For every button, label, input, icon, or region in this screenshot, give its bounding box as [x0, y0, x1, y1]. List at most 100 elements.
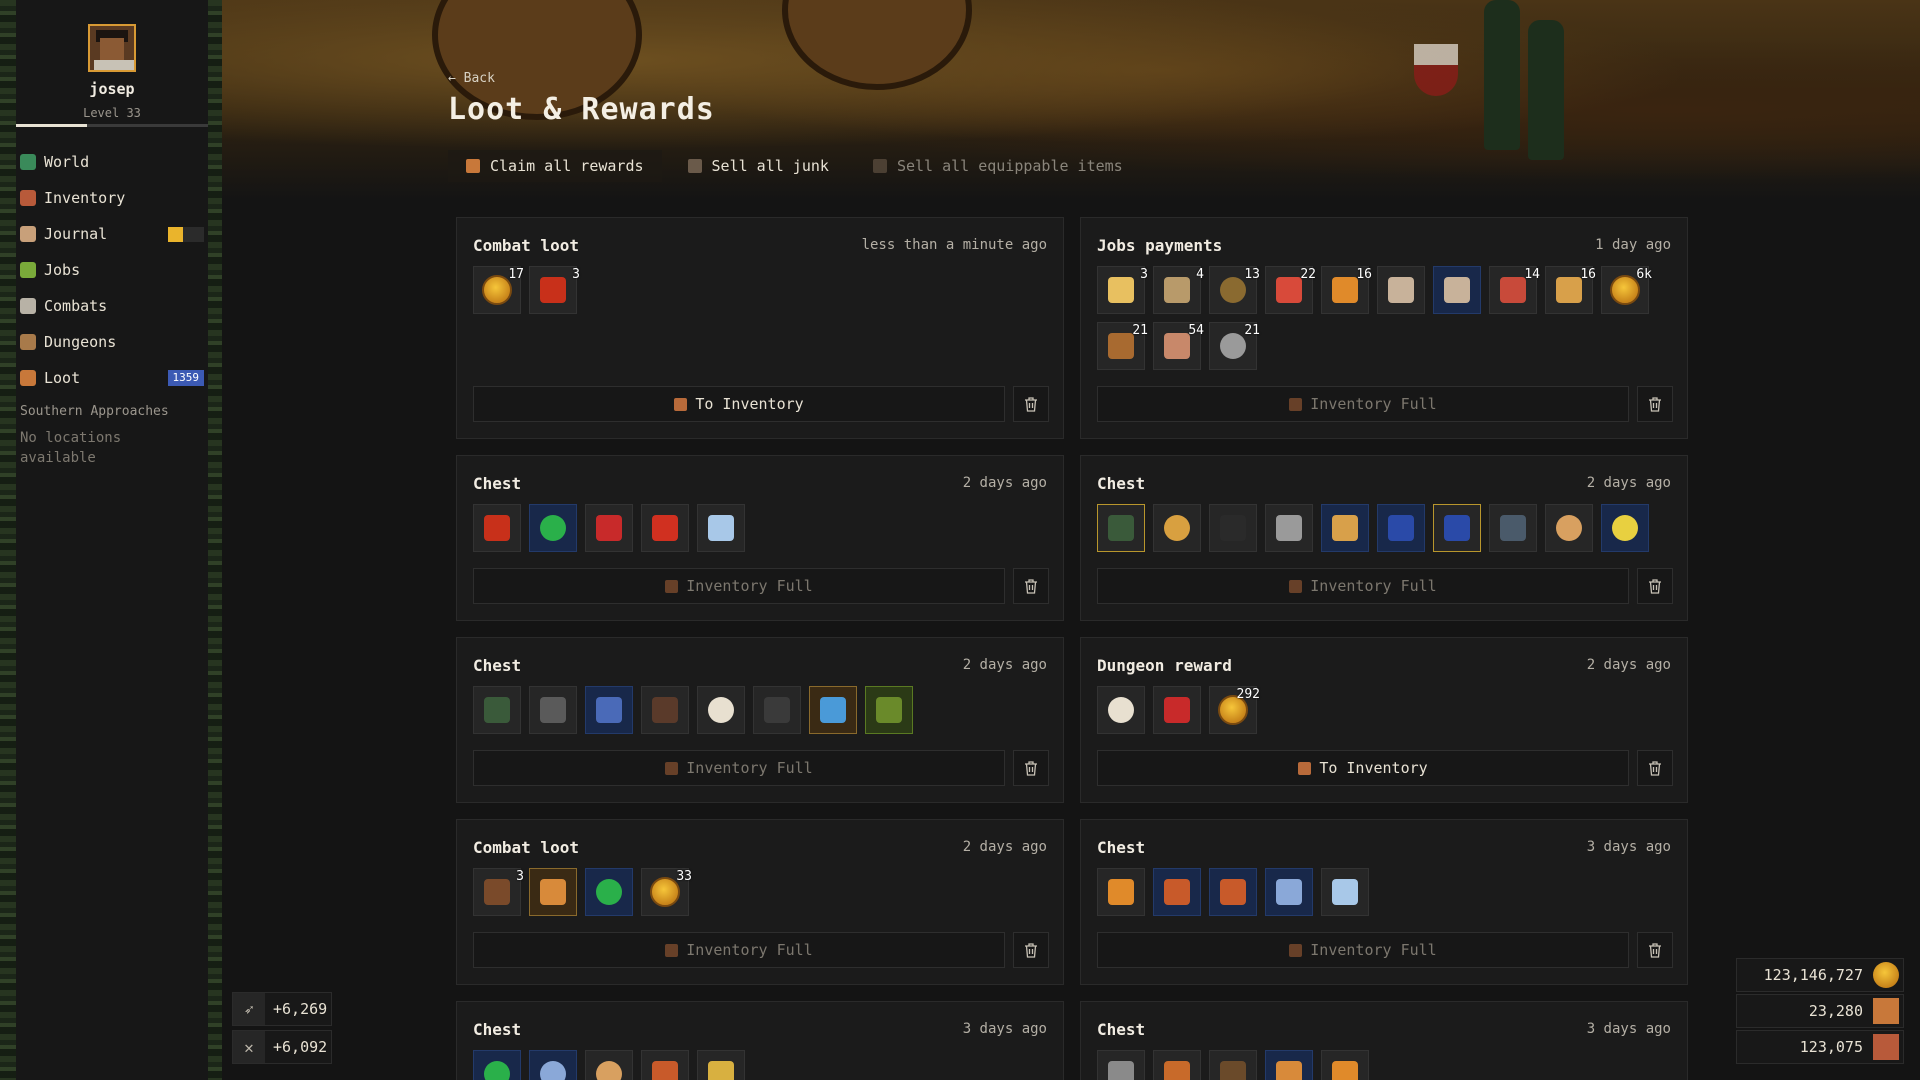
ring-icon — [1164, 515, 1190, 541]
trash-icon — [1649, 942, 1661, 958]
loot-item-slot[interactable] — [1097, 686, 1145, 734]
loot-item-slot[interactable]: 21 — [1209, 322, 1260, 370]
backpack-icon — [1298, 761, 1312, 775]
avatar[interactable] — [88, 24, 136, 72]
loot-item-slot[interactable]: 17 — [473, 266, 524, 314]
loot-item-slot[interactable] — [1209, 868, 1257, 916]
loot-item-slot[interactable] — [1097, 1050, 1145, 1080]
loot-item-slot[interactable] — [1489, 504, 1537, 552]
loot-item-slot[interactable] — [865, 686, 913, 734]
loot-item-slot[interactable]: 54 — [1153, 322, 1204, 370]
loot-item-slot[interactable] — [473, 1050, 521, 1080]
loot-item-slot[interactable] — [529, 1050, 577, 1080]
sidebar-item-label: Combats — [44, 297, 108, 315]
delete-button[interactable] — [1637, 568, 1673, 604]
loot-item-slot[interactable] — [1209, 1050, 1257, 1080]
loot-item-slot[interactable] — [1153, 504, 1201, 552]
loot-card-time: 2 days ago — [962, 657, 1047, 673]
cloak-icon — [1220, 1061, 1246, 1080]
button-label: Inventory Full — [686, 941, 813, 959]
loot-item-slot[interactable] — [1377, 266, 1425, 314]
sidebar-item-loot[interactable]: Loot 1359 — [16, 360, 208, 396]
delete-button[interactable] — [1013, 750, 1049, 786]
wine-glass-illustration — [1414, 44, 1458, 96]
sell-all-junk-button[interactable]: Sell all junk — [670, 150, 847, 182]
sidebar-item-combats[interactable]: Combats — [16, 288, 208, 324]
loot-item-slot[interactable] — [1153, 868, 1201, 916]
loot-item-slot[interactable] — [1153, 686, 1201, 734]
back-link[interactable]: ← Back — [448, 71, 495, 86]
loot-item-slot[interactable] — [753, 686, 801, 734]
loot-item-slot[interactable] — [1601, 504, 1649, 552]
sell-all-equippable-button[interactable]: Sell all equippable items — [855, 150, 1141, 182]
loot-item-slot[interactable]: 14 — [1489, 266, 1540, 314]
trash-icon — [1649, 578, 1661, 594]
loot-item-slot[interactable] — [1321, 868, 1369, 916]
loot-item-slot[interactable] — [529, 504, 577, 552]
sidebar-item-jobs[interactable]: Jobs — [16, 252, 208, 288]
loot-item-slot[interactable] — [1433, 504, 1481, 552]
pants-icon — [1500, 515, 1526, 541]
loot-item-slot[interactable] — [473, 504, 521, 552]
loot-item-slot[interactable] — [585, 686, 633, 734]
loot-item-slot[interactable] — [697, 1050, 745, 1080]
hat-icon — [876, 697, 902, 723]
loot-item-slot[interactable]: 22 — [1265, 266, 1316, 314]
loot-item-slot[interactable] — [1265, 1050, 1313, 1080]
delete-button[interactable] — [1013, 932, 1049, 968]
loot-item-slot[interactable] — [529, 686, 577, 734]
loot-item-slot[interactable] — [697, 686, 745, 734]
to-inventory-button[interactable]: To Inventory — [473, 386, 1005, 422]
loot-item-slot[interactable]: 13 — [1209, 266, 1260, 314]
sidebar-item-inventory[interactable]: Inventory — [16, 180, 208, 216]
delete-button[interactable] — [1637, 750, 1673, 786]
loot-item-slot[interactable]: 16 — [1321, 266, 1372, 314]
loot-item-slot[interactable] — [529, 868, 577, 916]
item-quantity: 292 — [1236, 687, 1260, 702]
loot-item-slot[interactable]: 3 — [529, 266, 580, 314]
loot-item-slot[interactable] — [1265, 868, 1313, 916]
loot-item-slot[interactable] — [1153, 1050, 1201, 1080]
loot-item-slot[interactable]: 3 — [1097, 266, 1148, 314]
loot-item-slot[interactable] — [585, 504, 633, 552]
loot-item-slot[interactable]: 3 — [473, 868, 524, 916]
inventory-full-button: Inventory Full — [1097, 386, 1629, 422]
sidebar-item-label: Jobs — [44, 261, 81, 279]
delete-button[interactable] — [1637, 386, 1673, 422]
delete-button[interactable] — [1013, 386, 1049, 422]
delete-button[interactable] — [1013, 568, 1049, 604]
club-icon — [484, 879, 510, 905]
loot-item-slot[interactable] — [473, 686, 521, 734]
loot-item-slot[interactable] — [1209, 504, 1257, 552]
loot-item-slot[interactable] — [1321, 504, 1369, 552]
sidebar-item-dungeons[interactable]: Dungeons — [16, 324, 208, 360]
loot-item-slot[interactable]: 33 — [641, 868, 692, 916]
loot-item-slot[interactable]: 4 — [1153, 266, 1204, 314]
loot-item-slot[interactable] — [1265, 504, 1313, 552]
journal-toggle[interactable] — [168, 227, 204, 242]
loot-item-slot[interactable] — [641, 504, 689, 552]
loot-item-slot[interactable] — [1321, 1050, 1369, 1080]
delete-button[interactable] — [1637, 932, 1673, 968]
loot-item-slot[interactable] — [1377, 504, 1425, 552]
sidebar-item-label: Inventory — [44, 189, 126, 207]
loot-item-slot[interactable] — [1097, 868, 1145, 916]
loot-item-slot[interactable]: 21 — [1097, 322, 1148, 370]
sidebar-item-world[interactable]: World — [16, 144, 208, 180]
claim-all-rewards-button[interactable]: Claim all rewards — [448, 150, 662, 182]
bread-icon — [1332, 277, 1358, 303]
to-inventory-button[interactable]: To Inventory — [1097, 750, 1629, 786]
loot-item-slot[interactable] — [1433, 266, 1481, 314]
loot-item-slot[interactable] — [1097, 504, 1145, 552]
loot-item-slot[interactable] — [809, 686, 857, 734]
loot-item-slot[interactable]: 16 — [1545, 266, 1596, 314]
loot-item-slot[interactable] — [641, 686, 689, 734]
loot-item-slot[interactable] — [641, 1050, 689, 1080]
loot-item-slot[interactable]: 6k — [1601, 266, 1652, 314]
sidebar-item-journal[interactable]: Journal — [16, 216, 208, 252]
loot-item-slot[interactable]: 292 — [1209, 686, 1260, 734]
loot-item-slot[interactable] — [697, 504, 745, 552]
loot-item-slot[interactable] — [585, 868, 633, 916]
loot-item-slot[interactable] — [585, 1050, 633, 1080]
loot-item-slot[interactable] — [1545, 504, 1593, 552]
